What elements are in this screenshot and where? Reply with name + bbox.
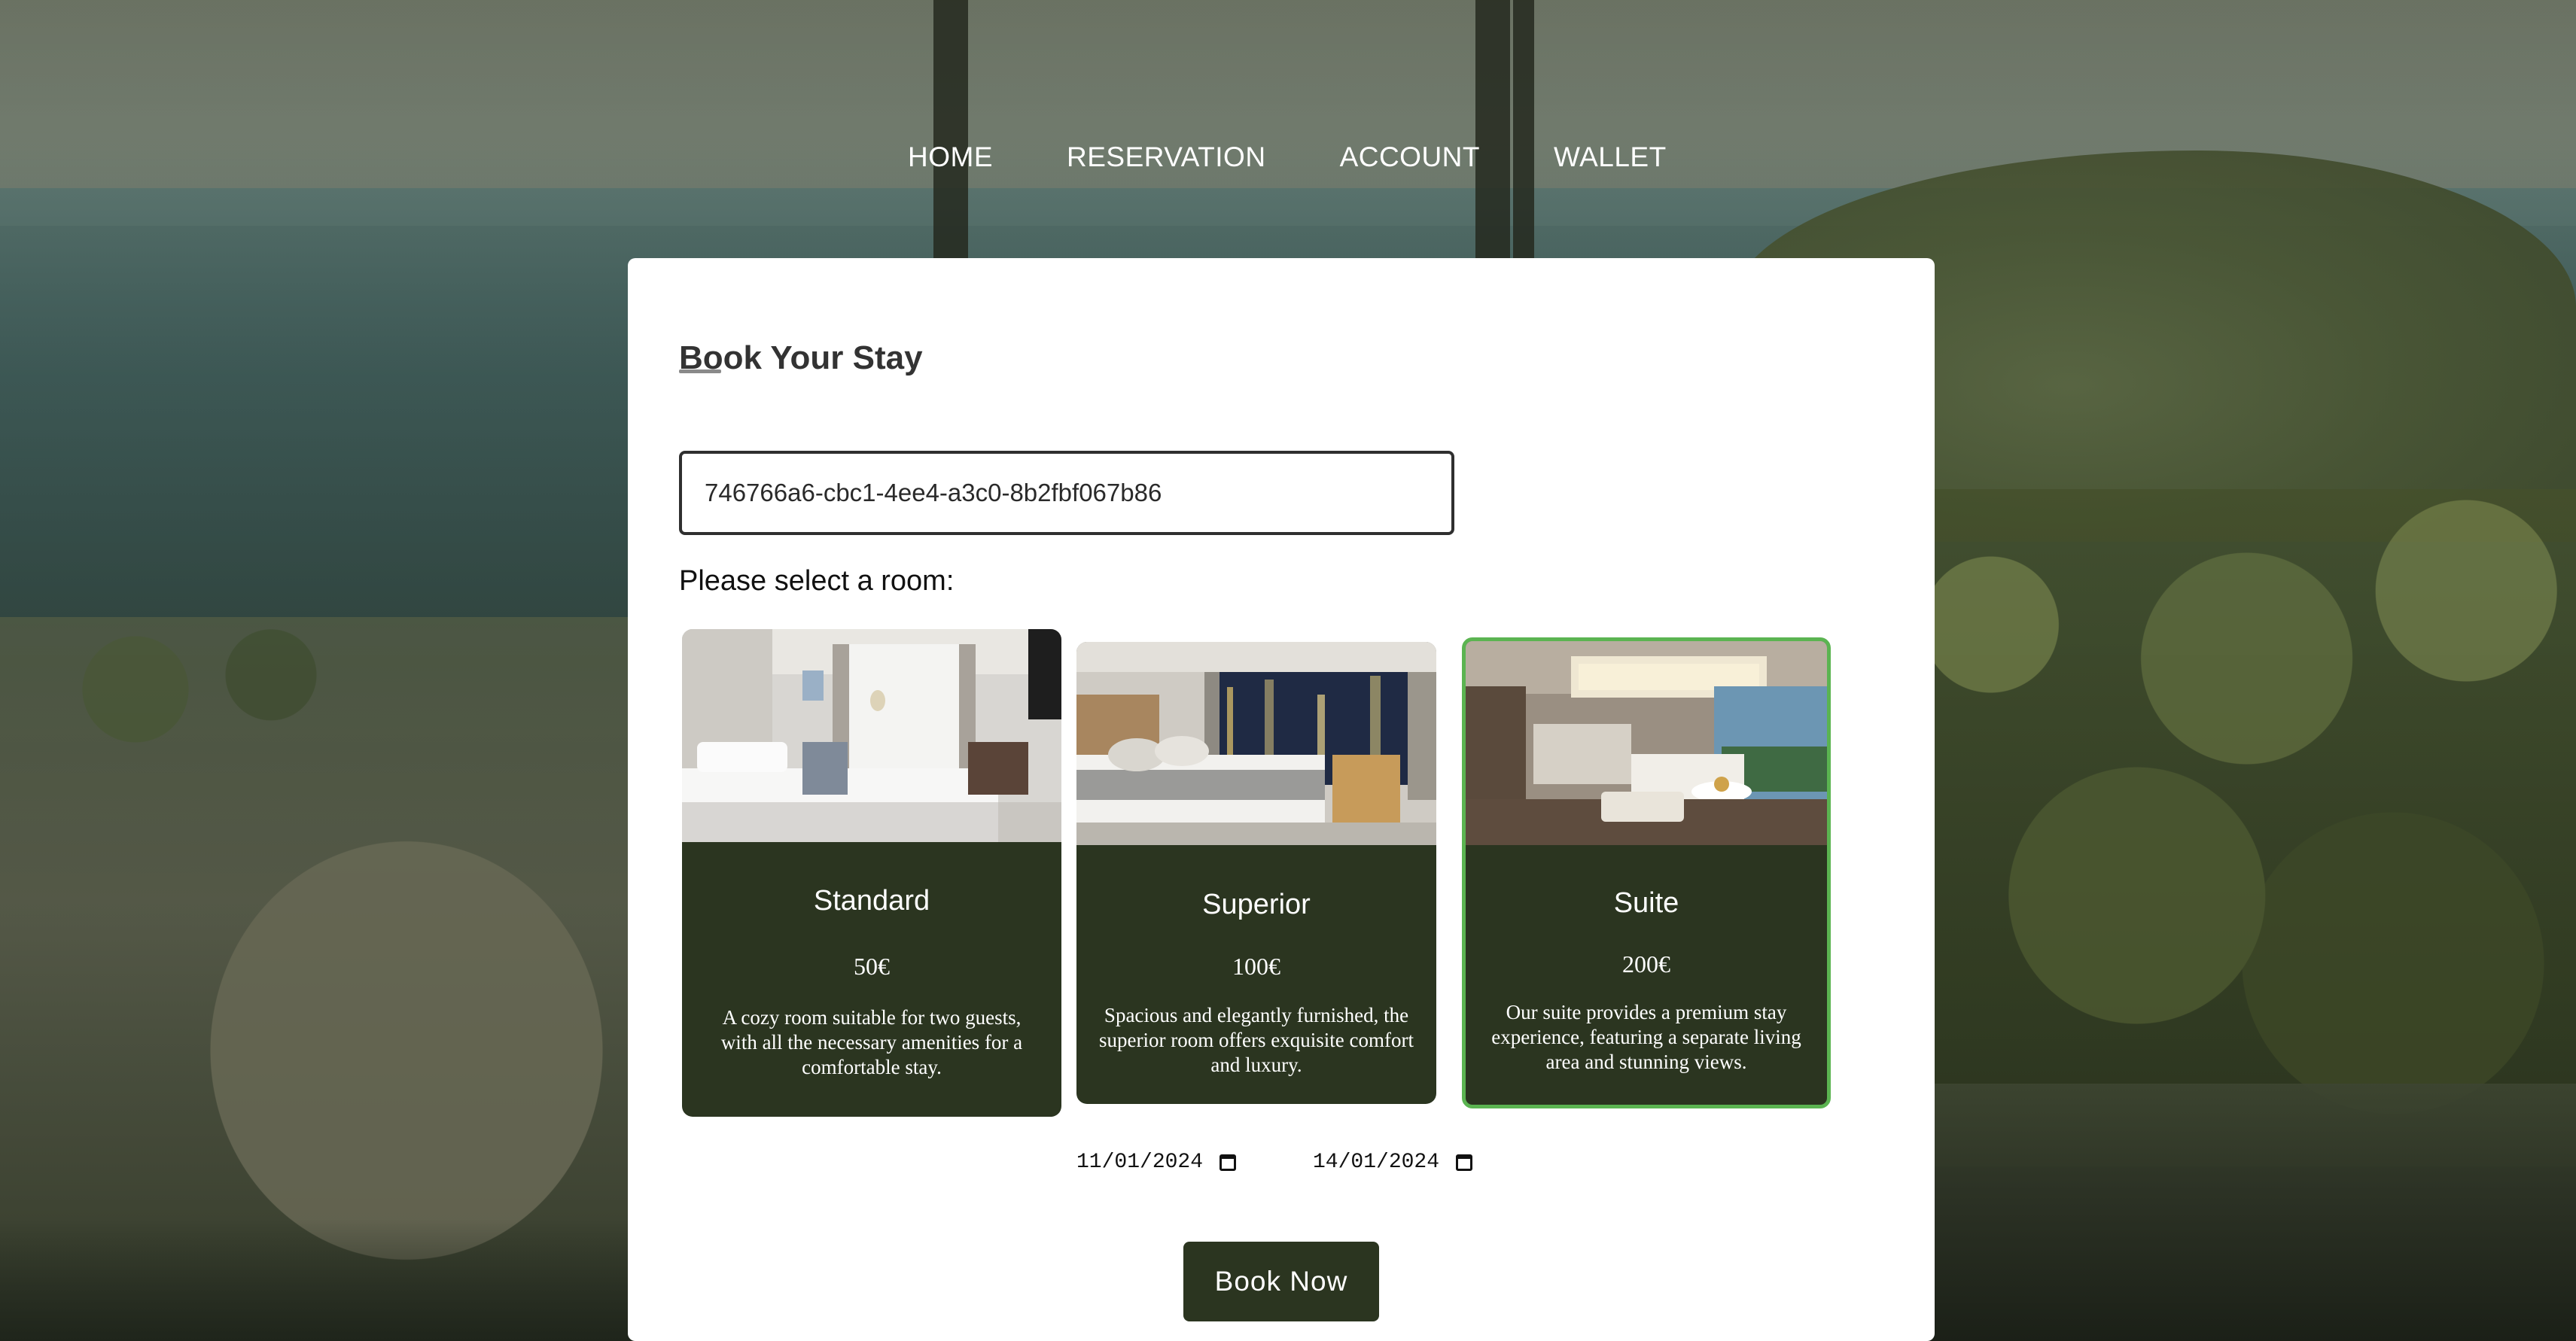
room-price: 50€ xyxy=(854,953,890,980)
room-card-suite[interactable]: Suite 200€ Our suite provides a premium … xyxy=(1462,637,1831,1108)
room-photo xyxy=(1076,642,1436,845)
room-price: 100€ xyxy=(1232,953,1280,980)
room-name: Superior xyxy=(1202,889,1311,920)
booking-card: Book Your Stay Please select a room: xyxy=(628,258,1935,1341)
main-nav: HOME RESERVATION ACCOUNT WALLET xyxy=(908,141,1667,173)
room-prompt: Please select a room: xyxy=(679,565,955,597)
room-photo xyxy=(1466,641,1827,845)
nav-home[interactable]: HOME xyxy=(908,141,993,173)
background-window-sill xyxy=(1927,1084,2576,1341)
book-now-button[interactable]: Book Now xyxy=(1183,1242,1379,1321)
room-card-standard[interactable]: Standard 50€ A cozy room suitable for tw… xyxy=(682,629,1061,1117)
room-price: 200€ xyxy=(1622,950,1670,978)
background-window-frame xyxy=(1475,0,1510,260)
background-window-frame xyxy=(1513,0,1534,260)
check-out-date[interactable]: 14/01/2024 xyxy=(1313,1151,1473,1174)
calendar-icon[interactable] xyxy=(1456,1154,1473,1171)
room-description: A cozy room suitable for two guests, wit… xyxy=(720,1006,1023,1078)
title-underline xyxy=(679,369,721,373)
check-out-value: 14/01/2024 xyxy=(1313,1151,1440,1174)
nav-reservation[interactable]: RESERVATION xyxy=(1067,141,1266,173)
room-name: Suite xyxy=(1613,887,1679,919)
nav-account[interactable]: ACCOUNT xyxy=(1340,141,1480,173)
booking-id-input[interactable] xyxy=(679,451,1454,535)
check-in-value: 11/01/2024 xyxy=(1076,1151,1204,1174)
background-shore xyxy=(0,617,677,1339)
calendar-icon[interactable] xyxy=(1219,1154,1237,1171)
room-photo xyxy=(682,629,1061,842)
room-name: Standard xyxy=(813,885,930,917)
background-window-frame xyxy=(933,0,968,260)
background-window-sill xyxy=(0,1219,677,1341)
room-card-superior[interactable]: Superior 100€ Spacious and elegantly fur… xyxy=(1076,642,1436,1104)
nav-wallet[interactable]: WALLET xyxy=(1554,141,1667,173)
room-description: Spacious and elegantly furnished, the su… xyxy=(1099,1004,1414,1076)
background-sky xyxy=(0,0,2576,226)
room-description: Our suite provides a premium stay experi… xyxy=(1491,1001,1801,1073)
background-trees xyxy=(1844,489,2576,1166)
check-in-date[interactable]: 11/01/2024 xyxy=(1076,1151,1237,1174)
